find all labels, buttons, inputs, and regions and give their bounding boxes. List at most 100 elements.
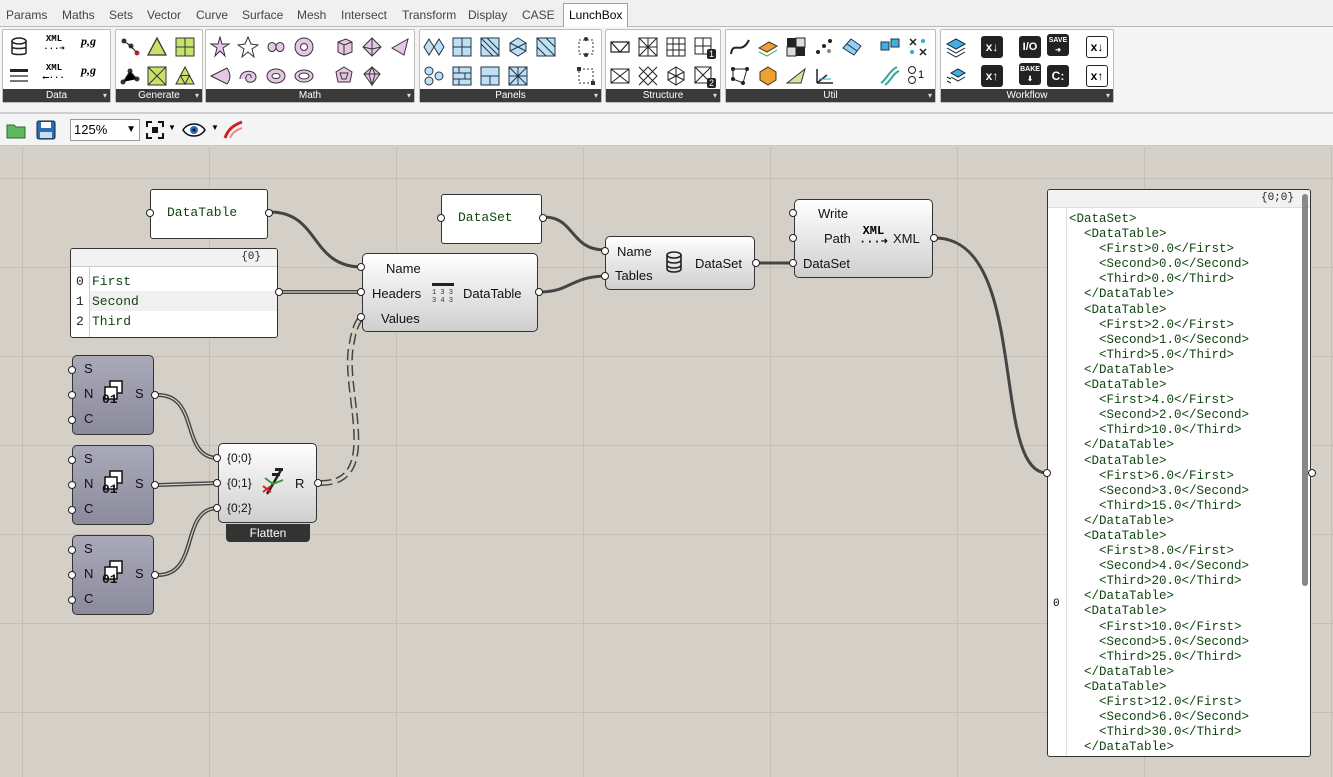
quad-points-icon[interactable] — [729, 65, 751, 87]
output-grip[interactable] — [151, 571, 159, 579]
output-grip[interactable] — [1308, 469, 1316, 477]
star-surface-icon[interactable] — [209, 36, 231, 58]
output-grip[interactable] — [930, 234, 938, 242]
tab-params[interactable]: Params — [1, 4, 52, 26]
excel-read-icon[interactable]: x↓ — [981, 36, 1003, 58]
tab-vector[interactable]: Vector — [142, 4, 186, 26]
input-grip[interactable] — [68, 391, 76, 399]
preview-eye-icon[interactable] — [182, 121, 206, 139]
point-count-icon[interactable]: 1 — [907, 65, 929, 87]
input-grip[interactable] — [68, 456, 76, 464]
input-grip[interactable] — [357, 288, 365, 296]
shell-surface-icon[interactable] — [237, 65, 259, 87]
input-grip[interactable] — [437, 214, 445, 222]
cone-surface-icon[interactable] — [209, 65, 231, 87]
curve-icon[interactable] — [729, 36, 751, 58]
triangle-panel-icon[interactable] — [146, 36, 168, 58]
quad-panel-icon[interactable] — [451, 36, 473, 58]
axis-plane-icon[interactable] — [813, 65, 835, 87]
data-table-icon[interactable] — [8, 65, 30, 87]
wire-series-3[interactable] — [157, 506, 219, 577]
diagonal-panel-icon[interactable] — [535, 36, 557, 58]
diamond-grid-icon[interactable] — [637, 65, 659, 87]
dodecahedron-icon[interactable] — [333, 65, 355, 87]
surface-patch-icon[interactable] — [841, 36, 863, 58]
series-component[interactable]: S N C 01 S — [72, 535, 154, 615]
input-grip[interactable] — [213, 504, 221, 512]
bake-icon[interactable]: BAKE ⬇ — [1019, 63, 1041, 85]
tab-mesh[interactable]: Mesh — [292, 4, 331, 26]
output-grip[interactable] — [535, 288, 543, 296]
headers-list-panel[interactable]: {0} 0 First 1 Second 2 Third — [70, 248, 278, 338]
cross-panel-icon[interactable] — [507, 65, 529, 87]
scatter-icon[interactable] — [813, 36, 835, 58]
cube-icon[interactable] — [333, 36, 355, 58]
ring-icon[interactable] — [293, 65, 315, 87]
subdivided-triangle-icon[interactable] — [174, 65, 196, 87]
series-component[interactable]: S N C 01 S — [72, 355, 154, 435]
diagrid-1-icon[interactable]: 1 — [693, 36, 716, 59]
group-expand-icon[interactable]: ▾ — [928, 90, 932, 101]
tab-surface[interactable]: Surface — [237, 4, 288, 26]
wire-xml-panel[interactable] — [934, 236, 1048, 475]
truss-icon[interactable] — [609, 36, 631, 58]
output-grip[interactable] — [151, 481, 159, 489]
input-grip[interactable] — [68, 416, 76, 424]
space-frame-icon[interactable] — [637, 36, 659, 58]
diagrid-2-icon[interactable]: 2 — [693, 65, 716, 88]
cubes-icon[interactable] — [879, 36, 901, 58]
star-outline-icon[interactable] — [237, 36, 259, 58]
input-grip[interactable] — [357, 313, 365, 321]
curves-icon[interactable] — [879, 65, 901, 87]
branch-points-icon[interactable] — [119, 65, 141, 87]
unparse-icon[interactable]: p,g — [81, 63, 103, 85]
ellipse-torus-icon[interactable] — [265, 65, 287, 87]
input-grip[interactable] — [68, 546, 76, 554]
input-grip[interactable] — [213, 479, 221, 487]
stripe-panel-icon[interactable] — [479, 36, 501, 58]
input-grip[interactable] — [68, 596, 76, 604]
zoom-select[interactable]: 125% ▼ — [70, 119, 140, 141]
group-expand-icon[interactable]: ▾ — [594, 90, 598, 101]
open-folder-icon[interactable] — [5, 119, 27, 141]
drive-icon[interactable]: C: — [1047, 65, 1069, 87]
diamond-panel-icon[interactable] — [423, 36, 445, 58]
group-expand-icon[interactable]: ▾ — [103, 90, 107, 101]
excel-up-icon[interactable]: x↑ — [981, 65, 1003, 87]
tab-transform[interactable]: Transform — [397, 4, 461, 26]
xml-output-panel[interactable]: {0;0} 0 <DataSet> <DataTable> <First>0.0… — [1047, 189, 1311, 757]
chevron-down-icon[interactable]: ▼ — [211, 123, 219, 132]
parse-icon[interactable]: p,g — [81, 34, 103, 56]
input-grip[interactable] — [68, 571, 76, 579]
wire-datatable-name[interactable] — [269, 210, 363, 269]
chevron-down-icon[interactable]: ▼ — [168, 123, 176, 132]
hex-panel-icon[interactable] — [507, 36, 529, 58]
input-grip[interactable] — [601, 247, 609, 255]
output-grip[interactable] — [275, 288, 283, 296]
dashed-square-icon[interactable] — [575, 36, 597, 58]
excel-write-icon[interactable]: x↓ — [1086, 36, 1108, 58]
output-grip[interactable] — [151, 391, 159, 399]
input-grip[interactable] — [357, 263, 365, 271]
cull-points-icon[interactable] — [907, 36, 929, 58]
checker-icon[interactable] — [785, 36, 807, 58]
input-grip[interactable] — [789, 234, 797, 242]
input-grip[interactable] — [601, 272, 609, 280]
grasshopper-canvas[interactable]: DataTable DataSet {0} 0 First 1 Second 2… — [0, 147, 1333, 777]
brick-panel-icon[interactable] — [451, 65, 473, 87]
wire-dataset-name[interactable] — [543, 215, 606, 252]
tab-lunchbox[interactable]: LunchBox — [563, 3, 629, 27]
tab-display[interactable]: Display — [463, 4, 512, 26]
group-expand-icon[interactable]: ▾ — [195, 90, 199, 101]
tetrahedron-icon[interactable] — [389, 36, 411, 58]
wire-values[interactable] — [320, 314, 364, 486]
input-grip[interactable] — [213, 454, 221, 462]
panel-scrollbar[interactable] — [1302, 194, 1308, 586]
icosahedron-icon[interactable] — [361, 65, 383, 87]
layer-stack-icon[interactable] — [945, 65, 967, 87]
torus-icon[interactable] — [293, 36, 315, 58]
input-grip[interactable] — [68, 481, 76, 489]
layers-icon[interactable] — [945, 36, 967, 58]
save-file-icon[interactable] — [35, 119, 57, 141]
xml-write-icon[interactable]: XML ···➜ — [43, 34, 65, 56]
